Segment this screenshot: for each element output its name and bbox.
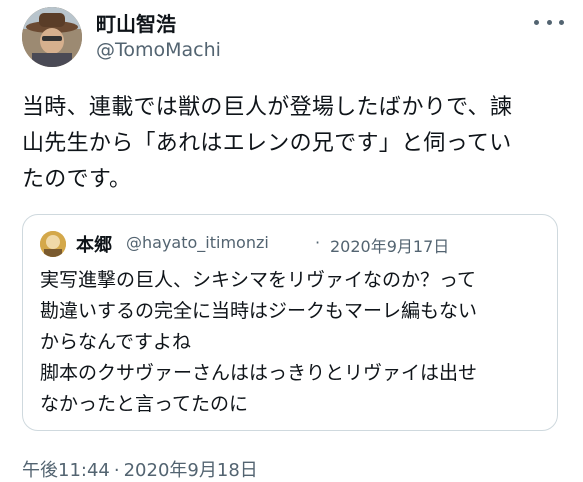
tweet-date: 2020年9月18日: [123, 460, 258, 481]
quoted-author-name: 本郷: [76, 235, 112, 256]
tweet-timestamp[interactable]: 午後11:44 · 2020年9月18日: [22, 456, 258, 482]
timestamp-separator: ·: [113, 460, 120, 481]
tweet-text: 当時、連載では獣の巨人が登場したばかりで、諫 山先生から「あれはエレンの兄です」…: [22, 95, 513, 192]
quoted-tweet-text: 実写進撃の巨人、シキシマをリヴァイなのか？って 勘違いするの完全に当時はジークも…: [40, 269, 478, 415]
author-name[interactable]: 町山智浩: [96, 8, 176, 37]
quoted-tweet-card[interactable]: 本郷 @hayato_itimonzi · 2020年9月17日 実写進撃の巨人…: [22, 214, 558, 431]
quoted-author-handle: @hayato_itimonzi: [126, 233, 269, 252]
quoted-separator: ·: [315, 233, 321, 252]
quoted-tweet-date: 2020年9月17日: [330, 237, 450, 256]
author-avatar[interactable]: [22, 7, 82, 67]
author-handle[interactable]: @TomoMachi: [96, 39, 221, 61]
more-horizontal-icon[interactable]: [534, 12, 564, 32]
quoted-author-avatar: [40, 231, 66, 257]
tweet-time: 午後11:44: [22, 460, 110, 481]
